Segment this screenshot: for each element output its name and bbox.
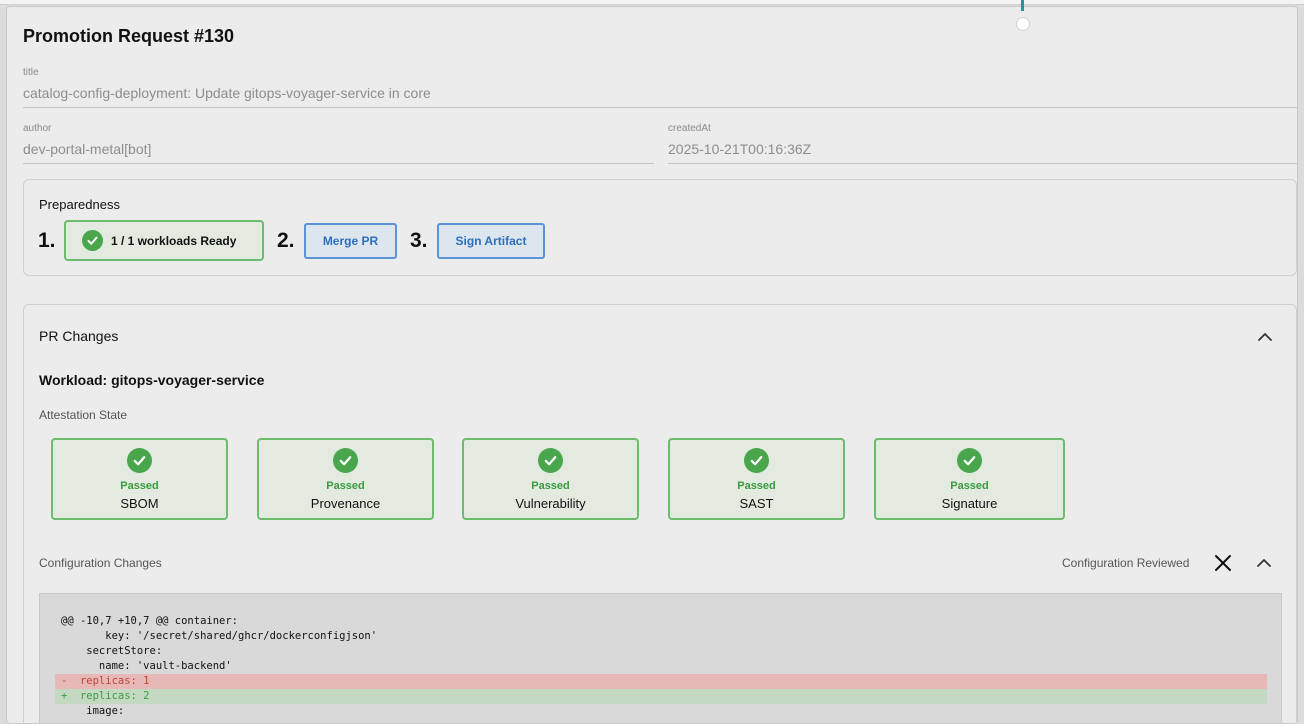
created-at-field-label: createdAt <box>668 123 711 134</box>
config-diff-viewer: @@ -10,7 +10,7 @@ container: key: '/secr… <box>39 593 1282 723</box>
diff-line: image: <box>61 705 125 717</box>
step-1-number: 1. <box>38 229 56 252</box>
window-top-edge <box>0 0 1304 5</box>
pr-changes-heading: PR Changes <box>39 328 119 344</box>
pointer-indicator <box>1016 17 1030 31</box>
promotion-request-card: Promotion Request #130 title catalog-con… <box>6 6 1298 724</box>
diff-line-added: + replicas: 2 <box>55 689 1267 704</box>
diff-line: secretStore: <box>61 645 163 657</box>
attestation-status: Passed <box>326 480 365 492</box>
configuration-changes-heading: Configuration Changes <box>39 556 162 570</box>
configuration-reviewed-label: Configuration Reviewed <box>1062 556 1190 570</box>
attestation-card-sbom: Passed SBOM <box>51 438 228 520</box>
title-field-label: title <box>23 67 39 78</box>
workloads-ready-label: 1 / 1 workloads Ready <box>111 233 237 248</box>
created-at-field-value: 2025-10-21T00:16:36Z <box>668 141 812 157</box>
workloads-ready-status: 1 / 1 workloads Ready <box>64 220 264 261</box>
diff-line: @@ -10,7 +10,7 @@ container: <box>61 615 239 627</box>
author-field-value: dev-portal-metal[bot] <box>23 141 152 157</box>
attestation-name: Provenance <box>310 496 381 511</box>
attestation-card-provenance: Passed Provenance <box>257 438 434 520</box>
title-field[interactable]: title catalog-config-deployment: Update … <box>23 67 1297 108</box>
check-circle-icon <box>538 448 563 473</box>
merge-pr-button[interactable]: Merge PR <box>304 223 397 259</box>
check-circle-icon <box>333 448 358 473</box>
attestation-status: Passed <box>737 480 776 492</box>
attestation-card-signature: Passed Signature <box>874 438 1065 520</box>
attestation-status: Passed <box>531 480 570 492</box>
created-at-field[interactable]: createdAt 2025-10-21T00:16:36Z <box>668 123 1297 164</box>
diff-line: name: 'vault-backend' <box>61 660 232 672</box>
page-title: Promotion Request #130 <box>23 26 235 46</box>
sign-artifact-button[interactable]: Sign Artifact <box>437 223 545 259</box>
attestation-name: SAST <box>739 496 774 511</box>
preparedness-heading: Preparedness <box>39 197 120 212</box>
attestation-name: Signature <box>941 496 998 511</box>
collapse-config-chevron-up-icon[interactable] <box>1256 555 1272 571</box>
title-field-value: catalog-config-deployment: Update gitops… <box>23 85 431 101</box>
workload-title: Workload: gitops-voyager-service <box>39 372 265 388</box>
diff-line: key: '/secret/shared/ghcr/dockerconfigjs… <box>61 630 378 642</box>
check-circle-icon <box>957 448 982 473</box>
attestation-status: Passed <box>950 480 989 492</box>
author-field-label: author <box>23 123 52 134</box>
teal-marker <box>1021 0 1024 11</box>
attestation-card-vulnerability: Passed Vulnerability <box>462 438 639 520</box>
check-circle-icon <box>82 230 103 251</box>
preparedness-panel: Preparedness 1. 1 / 1 workloads Ready 2.… <box>23 179 1297 276</box>
author-field[interactable]: author dev-portal-metal[bot] <box>23 123 654 164</box>
attestation-name: SBOM <box>120 496 159 511</box>
check-circle-icon <box>127 448 152 473</box>
attestation-name: Vulnerability <box>515 496 586 511</box>
close-icon[interactable] <box>1214 554 1232 572</box>
attestation-state-heading: Attestation State <box>39 408 128 422</box>
step-2-number: 2. <box>277 229 295 252</box>
step-3-number: 3. <box>410 229 428 252</box>
collapse-pr-changes-chevron-up-icon[interactable] <box>1257 329 1273 345</box>
check-circle-icon <box>744 448 769 473</box>
attestation-status: Passed <box>120 480 159 492</box>
attestation-card-sast: Passed SAST <box>668 438 845 520</box>
diff-line-removed: - replicas: 1 <box>55 674 1267 689</box>
